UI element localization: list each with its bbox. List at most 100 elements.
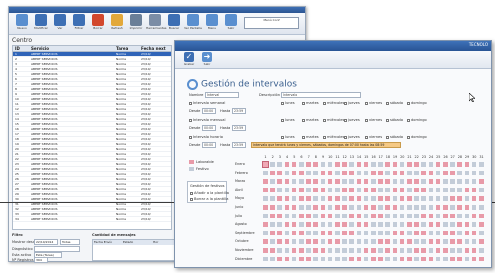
day-cell[interactable] <box>313 222 318 227</box>
day-checkbox[interactable]: viernes <box>365 101 382 105</box>
day-cell[interactable] <box>277 222 282 227</box>
day-cell[interactable] <box>457 162 462 167</box>
day-cell[interactable] <box>313 213 318 219</box>
day-checkbox[interactable]: miércoles <box>323 135 344 139</box>
day-cell[interactable] <box>392 170 398 176</box>
day-cell[interactable] <box>479 213 484 219</box>
day-cell[interactable] <box>306 196 311 201</box>
day-cell[interactable] <box>450 213 455 219</box>
section-checkbox[interactable]: Intervalo mensual <box>189 118 225 122</box>
day-cell[interactable] <box>443 187 448 193</box>
day-cell[interactable] <box>479 170 484 176</box>
day-cell[interactable] <box>277 187 282 193</box>
day-cell[interactable] <box>450 196 455 201</box>
day-cell[interactable] <box>284 230 290 236</box>
day-cell[interactable] <box>443 248 448 253</box>
time-to-input[interactable]: 23:59 <box>232 125 246 131</box>
day-cell[interactable] <box>378 170 383 176</box>
day-cell[interactable] <box>327 162 333 167</box>
day-cell[interactable] <box>392 162 398 167</box>
day-cell[interactable] <box>464 239 470 244</box>
day-cell[interactable] <box>263 170 268 176</box>
day-cell[interactable] <box>471 196 477 201</box>
day-cell[interactable] <box>371 162 376 167</box>
day-cell[interactable] <box>435 205 441 210</box>
day-cell[interactable] <box>299 213 304 219</box>
day-cell[interactable] <box>378 213 383 219</box>
day-cell[interactable] <box>407 222 412 227</box>
day-cell[interactable] <box>457 205 462 210</box>
day-cell[interactable] <box>320 170 326 176</box>
day-cell[interactable] <box>291 162 297 167</box>
day-cell[interactable] <box>443 239 448 244</box>
day-cell[interactable] <box>363 196 369 201</box>
day-cell[interactable] <box>306 162 311 167</box>
day-cell[interactable] <box>335 256 340 262</box>
day-cell[interactable] <box>363 248 369 253</box>
day-cell[interactable] <box>349 230 354 236</box>
day-cell[interactable] <box>421 256 426 262</box>
day-cell[interactable] <box>284 213 290 219</box>
front-window-titlebar[interactable]: TECNOLO <box>175 41 491 58</box>
toolbar-button-menu[interactable]: Menu <box>203 14 221 34</box>
toolbar-button-new[interactable]: Nuevo <box>13 14 31 34</box>
day-cell[interactable] <box>356 230 362 236</box>
day-cell[interactable] <box>385 196 390 201</box>
day-cell[interactable] <box>435 170 441 176</box>
day-cell[interactable] <box>471 230 477 236</box>
day-cell[interactable] <box>291 239 297 244</box>
day-cell[interactable] <box>421 230 426 236</box>
day-cell[interactable] <box>428 187 434 193</box>
day-cell[interactable] <box>299 187 304 193</box>
day-cell[interactable] <box>335 179 340 184</box>
day-cell[interactable] <box>443 205 448 210</box>
day-cell[interactable] <box>407 213 412 219</box>
day-cell[interactable] <box>378 196 383 201</box>
toolbar-button-screen[interactable]: Ver Pantalla <box>184 14 202 34</box>
day-cell[interactable] <box>327 230 333 236</box>
day-cell[interactable] <box>299 222 304 227</box>
day-cell[interactable] <box>306 222 311 227</box>
day-cell[interactable] <box>270 239 275 244</box>
day-cell[interactable] <box>414 256 419 262</box>
day-cell[interactable] <box>385 256 390 262</box>
time-from-input[interactable]: 00:00 <box>202 108 216 114</box>
day-cell[interactable] <box>457 187 462 193</box>
toolbar-button-search[interactable]: Buscar <box>165 14 183 34</box>
day-cell[interactable] <box>392 230 398 236</box>
day-cell[interactable] <box>291 196 297 201</box>
day-cell[interactable] <box>363 170 369 176</box>
day-cell[interactable] <box>479 230 484 236</box>
day-checkbox[interactable]: domingo <box>407 118 427 122</box>
day-cell[interactable] <box>471 187 477 193</box>
day-cell[interactable] <box>421 196 426 201</box>
toolbar-button-print[interactable]: Imprimir <box>127 14 145 34</box>
day-cell[interactable] <box>335 187 340 193</box>
day-cell[interactable] <box>299 205 304 210</box>
section-checkbox[interactable]: Intervalo semanal <box>189 101 225 105</box>
day-cell[interactable] <box>435 222 441 227</box>
day-cell[interactable] <box>464 205 470 210</box>
day-checkbox[interactable]: martes <box>302 118 319 122</box>
day-cell[interactable] <box>385 239 390 244</box>
day-cell[interactable] <box>356 196 362 201</box>
day-cell[interactable] <box>385 205 390 210</box>
day-cell[interactable] <box>471 239 477 244</box>
toolbar-button-view[interactable]: Ver <box>51 14 69 34</box>
day-checkbox[interactable]: jueves <box>344 118 360 122</box>
day-cell[interactable] <box>378 162 383 167</box>
day-cell[interactable] <box>457 239 462 244</box>
day-cell[interactable] <box>313 170 318 176</box>
toolbar-button-exit[interactable]: Salir <box>222 14 240 34</box>
day-cell[interactable] <box>291 170 297 176</box>
day-cell[interactable] <box>399 248 405 253</box>
day-cell[interactable] <box>349 239 354 244</box>
day-checkbox[interactable]: martes <box>302 101 319 105</box>
day-cell[interactable] <box>471 248 477 253</box>
day-cell[interactable] <box>450 179 455 184</box>
day-cell[interactable] <box>270 205 275 210</box>
day-cell[interactable] <box>363 205 369 210</box>
day-cell[interactable] <box>342 179 347 184</box>
day-cell[interactable] <box>291 230 297 236</box>
day-cell[interactable] <box>371 239 376 244</box>
